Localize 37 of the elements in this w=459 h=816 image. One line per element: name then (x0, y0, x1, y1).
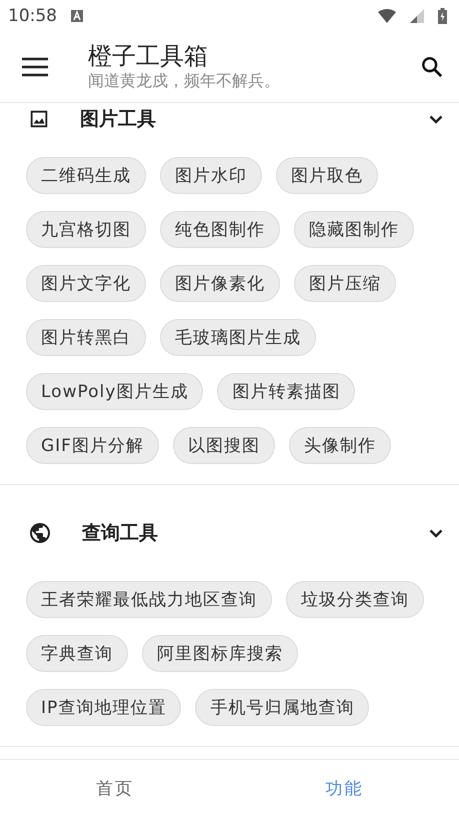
tool-chip[interactable]: GIF图片分解 (26, 427, 159, 464)
tool-chip[interactable]: 字典查询 (26, 635, 128, 672)
tool-chip[interactable]: 纯色图制作 (160, 211, 280, 248)
app-subtitle: 闻道黄龙戍，频年不解兵。 (88, 70, 281, 92)
tool-chip[interactable]: 图片像素化 (160, 265, 280, 302)
tool-chip[interactable]: 二维码生成 (26, 157, 146, 194)
notification-icon (71, 10, 83, 22)
tool-chip[interactable]: 图片文字化 (26, 265, 146, 302)
tool-chip[interactable]: LowPoly图片生成 (26, 373, 204, 410)
image-icon (28, 108, 50, 130)
tool-chip[interactable]: 图片取色 (276, 157, 378, 194)
signal-icon (410, 9, 424, 23)
tool-chip[interactable]: 隐藏图制作 (294, 211, 414, 248)
tool-chip[interactable]: 头像制作 (288, 427, 391, 464)
wifi-icon (378, 9, 396, 23)
status-time: 10:58 (8, 6, 57, 26)
tool-chip[interactable]: 垃圾分类查询 (286, 581, 424, 618)
tool-chip[interactable]: 以图搜图 (172, 427, 275, 464)
tool-chip[interactable]: 图片转黑白 (26, 319, 146, 356)
chevron-icon[interactable] (429, 528, 443, 538)
battery-icon (438, 8, 447, 24)
menu-icon[interactable] (22, 57, 48, 77)
tool-chip[interactable]: 毛玻璃图片生成 (160, 319, 316, 356)
tool-chip[interactable]: 图片水印 (160, 157, 262, 194)
tool-chip[interactable]: 九宫格切图 (26, 211, 146, 248)
section-title: 查询工具 (82, 521, 159, 546)
tool-chip[interactable]: 手机号归属地查询 (195, 689, 370, 726)
globe-icon (28, 521, 52, 545)
tool-chip[interactable]: IP查询地理位置 (26, 689, 182, 726)
tool-chip[interactable]: 王者荣耀最低战力地区查询 (26, 581, 272, 618)
search-icon[interactable] (421, 56, 443, 78)
tool-chip[interactable]: 图片转素描图 (217, 373, 356, 410)
chevron-icon[interactable] (429, 114, 443, 124)
tool-chip[interactable]: 图片压缩 (294, 265, 396, 302)
app-title: 橙子工具箱 (88, 42, 209, 70)
tool-chip[interactable]: 阿里图标库搜索 (142, 635, 298, 672)
section-title: 图片工具 (80, 107, 157, 132)
